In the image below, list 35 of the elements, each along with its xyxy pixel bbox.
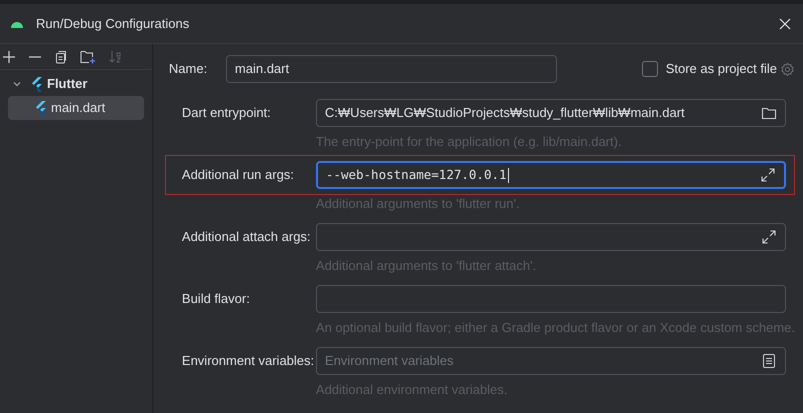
checkbox[interactable] <box>642 61 658 77</box>
close-icon[interactable] <box>779 18 791 30</box>
field-value: main.dart <box>234 60 290 78</box>
field-label: Name: <box>168 60 208 78</box>
name-field[interactable]: main.dart <box>226 55 557 83</box>
flutter-logo-icon <box>34 100 47 116</box>
flutter-logo-icon <box>30 76 43 92</box>
gear-icon[interactable] <box>780 62 795 76</box>
field-label: Build flavor: <box>182 290 251 308</box>
tree-item[interactable]: Flutter <box>8 72 144 96</box>
copy-icon[interactable] <box>54 50 68 64</box>
expand-icon[interactable] <box>760 167 776 183</box>
text-field[interactable]: --web-hostname=127.0.0.1 <box>316 161 786 189</box>
add-icon[interactable] <box>2 50 16 64</box>
text-field[interactable] <box>316 285 786 313</box>
chevron-icon[interactable] <box>12 79 22 89</box>
android-icon <box>10 19 24 28</box>
tree-item-label: main.dart <box>51 99 106 118</box>
field-value: --web-hostname=127.0.0.1 <box>326 166 510 184</box>
new-folder-icon[interactable] <box>80 50 96 64</box>
checkbox-label: Store as project file <box>666 60 777 78</box>
field-label: Dart entrypoint: <box>182 104 272 122</box>
field-value: C:₩Users₩LG₩StudioProjects₩study_flutter₩lib₩main.dart <box>324 104 686 122</box>
expand-icon[interactable] <box>761 229 777 245</box>
text-field[interactable]: C:₩Users₩LG₩StudioProjects₩study_flutter₩lib₩main.dart <box>316 99 786 127</box>
tree-item[interactable]: main.dart <box>8 96 144 120</box>
window-title: Run/Debug Configurations <box>36 14 190 33</box>
field-label: Additional run args: <box>182 166 295 184</box>
field-label: Environment variables: <box>182 352 316 370</box>
field-placeholder: Environment variables <box>324 352 455 370</box>
tree-item-label: Flutter <box>47 75 88 94</box>
field-label: Additional attach args: <box>182 228 312 246</box>
document-icon[interactable] <box>761 353 777 369</box>
text-field[interactable] <box>316 223 786 251</box>
folder-icon[interactable] <box>761 105 777 121</box>
